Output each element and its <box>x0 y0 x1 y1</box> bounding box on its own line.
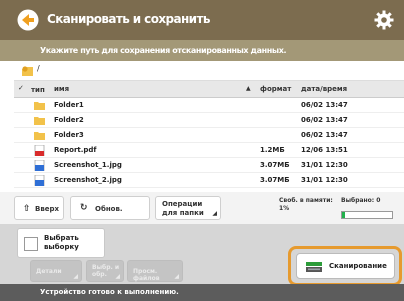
up-arrow-icon: ⇧ <box>23 204 31 214</box>
memory-bar <box>341 211 393 219</box>
file-size: 3.07МБ <box>260 176 290 184</box>
title-bar: Сканировать и сохранить <box>0 0 404 40</box>
view-files-button[interactable]: Просм. файлов ◢ <box>127 260 183 282</box>
pdf-file-icon <box>34 145 45 156</box>
up-button[interactable]: ⇧ Вверх <box>14 196 64 220</box>
file-row[interactable]: Folder3 06/02 13:47 <box>14 128 404 143</box>
corner-arrow-icon: ◢ <box>174 273 179 280</box>
scan-button[interactable]: Сканирование <box>296 253 395 279</box>
file-row[interactable]: Report.pdf 1.2МБ 12/06 13:51 <box>14 143 404 158</box>
column-size[interactable]: формат <box>260 85 291 93</box>
file-name: Folder3 <box>54 131 84 139</box>
image-file-icon <box>34 175 45 186</box>
select-checkbox-button[interactable]: Выбрать выборку <box>17 228 105 258</box>
image-file-icon <box>34 160 45 171</box>
refresh-button-label: Обнов. <box>95 205 123 213</box>
corner-arrow-icon: ◢ <box>212 210 217 217</box>
file-date: 12/06 13:51 <box>301 146 348 154</box>
file-date: 31/01 12:30 <box>301 176 348 184</box>
file-name: Screenshot_2.jpg <box>54 176 122 184</box>
memory-bar-fill <box>342 212 345 218</box>
file-size: 3.07МБ <box>260 161 290 169</box>
select-process-button[interactable]: Выбр. и обр. ◢ <box>86 260 124 282</box>
memory-status: Своб. в памяти: 1% Выбрано: 0 <box>279 197 397 221</box>
file-name: Folder1 <box>54 101 84 109</box>
scan-button-label: Сканирование <box>329 262 387 270</box>
file-name: Report.pdf <box>54 146 97 154</box>
folder-operations-button[interactable]: Операции для папки ◢ <box>155 196 221 220</box>
scan-button-highlight: Сканирование <box>288 246 402 286</box>
file-date: 31/01 12:30 <box>301 161 348 169</box>
view-files-label: Просм. файлов <box>133 268 160 282</box>
select-all-checkmark[interactable]: ✓ <box>18 84 24 92</box>
file-name: Screenshot_1.jpg <box>54 161 122 169</box>
folder-key-icon <box>22 66 33 76</box>
gear-icon[interactable] <box>373 9 395 31</box>
folder-operations-label: Операции для папки <box>162 200 204 217</box>
checkbox[interactable] <box>24 237 38 251</box>
file-date: 06/02 13:47 <box>301 116 348 124</box>
path-bar: / <box>14 61 404 81</box>
scanner-icon <box>306 262 322 272</box>
file-date: 06/02 13:47 <box>301 101 348 109</box>
current-path: / <box>37 64 40 73</box>
corner-arrow-icon: ◢ <box>115 273 120 280</box>
instruction-text: Укажите путь для сохранения отсканирован… <box>0 40 404 61</box>
memory-free-label: Своб. в памяти: 1% <box>279 197 333 212</box>
details-button[interactable]: Детали ◢ <box>30 260 82 282</box>
status-bar: Устройство готово к выполнению. <box>0 284 404 301</box>
arrow-logo-icon <box>17 9 39 31</box>
folder-icon <box>34 132 45 140</box>
file-row[interactable]: Screenshot_2.jpg 3.07МБ 31/01 12:30 <box>14 173 404 188</box>
sort-ascending-icon: ▲ <box>246 85 251 92</box>
select-label: Выбрать выборку <box>44 234 79 251</box>
refresh-icon: ↻ <box>80 203 88 213</box>
file-size: 1.2МБ <box>260 146 285 154</box>
column-date[interactable]: дата/время <box>301 85 347 93</box>
folder-icon <box>34 102 45 110</box>
up-button-label: Вверх <box>35 205 60 213</box>
page-title: Сканировать и сохранить <box>47 12 210 26</box>
file-date: 06/02 13:47 <box>301 131 348 139</box>
column-name[interactable]: имя <box>54 85 69 93</box>
file-row[interactable]: Screenshot_1.jpg 3.07МБ 31/01 12:30 <box>14 158 404 173</box>
file-row[interactable]: Folder2 06/02 13:47 <box>14 113 404 128</box>
file-row[interactable]: Folder1 06/02 13:47 <box>14 98 404 113</box>
file-list: Folder1 06/02 13:47 Folder2 06/02 13:47 … <box>14 98 404 192</box>
refresh-button[interactable]: ↻ Обнов. <box>70 196 150 220</box>
file-list-header: ✓ тип имя ▲ формат дата/время <box>14 81 404 98</box>
file-name: Folder2 <box>54 116 84 124</box>
selected-count: Выбрано: 0 <box>341 197 381 204</box>
corner-arrow-icon: ◢ <box>73 273 78 280</box>
column-type[interactable]: тип <box>31 86 45 94</box>
folder-icon <box>34 117 45 125</box>
